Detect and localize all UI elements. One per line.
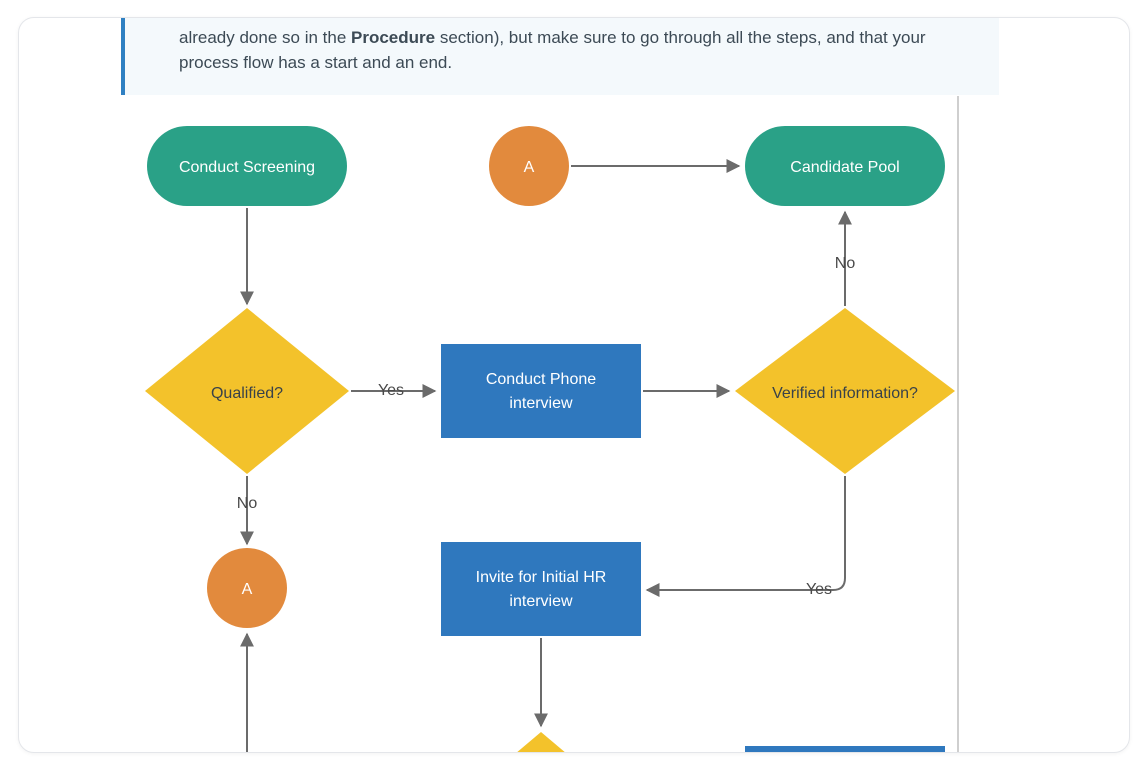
label-qualified-yes: Yes: [378, 382, 404, 399]
label-qualified-no: No: [237, 495, 258, 512]
svg-text:Invite for Initial HR: Invite for Initial HR: [476, 569, 607, 586]
svg-text:Qualified?: Qualified?: [211, 385, 283, 402]
node-connector-a-left: A: [207, 548, 287, 628]
svg-text:Candidate Pool: Candidate Pool: [790, 159, 899, 176]
document-card: already done so in the Procedure section…: [18, 17, 1130, 753]
edge-verified-yes: [647, 476, 845, 590]
node-candidate-pool: Candidate Pool: [745, 126, 945, 206]
svg-text:A: A: [524, 159, 535, 176]
node-verified: Verified information?: [735, 308, 955, 474]
node-hr-interview: Invite for Initial HR interview: [441, 542, 641, 636]
svg-text:interview: interview: [509, 395, 573, 412]
svg-text:interview: interview: [509, 593, 573, 610]
node-phone-interview: Conduct Phone interview: [441, 344, 641, 438]
svg-text:Conduct Screening: Conduct Screening: [179, 159, 315, 176]
node-conduct-screening: Conduct Screening: [147, 126, 347, 206]
svg-text:A: A: [242, 581, 253, 598]
flowchart-canvas: Conduct Screening Candidate Pool A Quali…: [19, 18, 1130, 753]
label-verified-no: No: [835, 255, 856, 272]
svg-text:Verified information?: Verified information?: [772, 385, 918, 402]
node-connector-a-top: A: [489, 126, 569, 206]
node-partial-process: [745, 746, 945, 753]
svg-text:Conduct Phone: Conduct Phone: [486, 371, 596, 388]
node-qualified: Qualified?: [145, 308, 349, 474]
node-partial-decision: [451, 732, 631, 753]
label-verified-yes: Yes: [806, 581, 832, 598]
